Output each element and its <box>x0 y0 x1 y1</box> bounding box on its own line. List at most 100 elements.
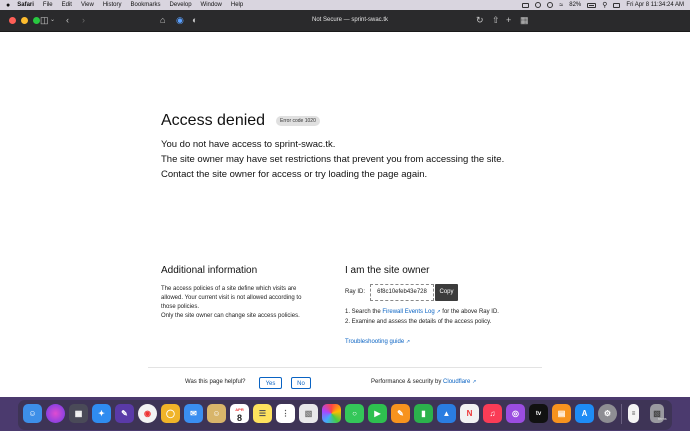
messages-icon[interactable]: ○ <box>345 404 364 423</box>
sidebar-icon[interactable]: ◫ <box>40 15 49 26</box>
pages-icon[interactable]: ✎ <box>391 404 410 423</box>
external-link-icon: ↗ <box>472 379 477 385</box>
app-icon[interactable]: ◯ <box>161 404 180 423</box>
safari-icon[interactable]: ✦ <box>92 404 111 423</box>
external-link-icon: ↗ <box>436 309 441 315</box>
calendar-day: 8 <box>236 412 242 423</box>
dock: ☺ ▦ ✦ ✎ ◉ ◯ ✉ ☺ APR 8 ☰ ⋮ ▧ ○ ▶ ✎ ▮ ▲ N … <box>18 400 672 430</box>
tab-overview-icon[interactable]: ▦ <box>520 15 529 26</box>
items-label: tems <box>658 416 667 421</box>
notes-pen-icon[interactable]: ✎ <box>115 404 134 423</box>
firewall-events-link[interactable]: Firewall Events Log <box>382 309 434 315</box>
mail-icon[interactable]: ✉ <box>184 404 203 423</box>
forward-button[interactable]: › <box>82 15 85 26</box>
podcasts-icon[interactable]: ◎ <box>506 404 525 423</box>
policy-text-line: allowed. Your current visit is not allow… <box>161 295 302 301</box>
reminders-icon[interactable]: ⋮ <box>276 404 295 423</box>
facetime-icon[interactable]: ▶ <box>368 404 387 423</box>
search-icon[interactable]: ⚲ <box>602 1 607 9</box>
keynote-icon[interactable]: ▲ <box>437 404 456 423</box>
back-button[interactable]: ‹ <box>66 15 69 26</box>
additional-info-heading: Additional information <box>161 265 258 276</box>
window-controls <box>9 17 40 24</box>
copy-button[interactable]: Copy <box>435 284 458 301</box>
vpn-icon[interactable] <box>547 2 554 8</box>
web-page: Access denied Error code 1020 You do not… <box>0 32 690 397</box>
news-icon[interactable]: N <box>460 404 479 423</box>
chrome-icon[interactable]: ◉ <box>138 404 157 423</box>
apple-menu-icon[interactable]: ● <box>6 2 10 9</box>
siri-icon[interactable] <box>46 404 65 423</box>
menu-help[interactable]: Help <box>231 2 243 8</box>
access-message: You do not have access to sprint-swac.tk… <box>161 139 336 150</box>
share-icon[interactable]: ⇧ <box>492 15 500 26</box>
troubleshooting-row: Troubleshooting guide ↗ <box>345 338 410 347</box>
menu-edit[interactable]: Edit <box>62 2 72 8</box>
troubleshooting-guide-link[interactable]: Troubleshooting guide <box>345 339 404 345</box>
calendar-icon[interactable]: APR 8 <box>230 404 249 423</box>
step-search-suffix: for the above Ray ID. <box>442 309 499 315</box>
menu-safari[interactable]: Safari <box>17 2 34 8</box>
reload-icon[interactable]: ↻ <box>476 15 484 26</box>
shield-icon[interactable]: ◐ <box>192 15 197 26</box>
policy-text-line: The access policies of a site define whi… <box>161 286 297 292</box>
tv-label: tv <box>535 410 542 417</box>
launchpad-icon[interactable]: ▦ <box>69 404 88 423</box>
menubar-clock[interactable]: Fri Apr 8 11:34:24 AM <box>626 2 684 8</box>
books-icon[interactable]: ▤ <box>552 404 571 423</box>
browser-toolbar: ◫ ⌄ ‹ › ⌂ ◉ ◐ Not Secure — sprint-swac.t… <box>0 10 690 32</box>
wifi-icon[interactable]: ≈ <box>559 2 563 9</box>
close-window-button[interactable] <box>9 17 16 24</box>
dock-separator <box>621 404 622 424</box>
freeform-icon[interactable]: ▧ <box>299 404 318 423</box>
ray-id-value[interactable]: 6f8c10efeb43e728 <box>370 284 434 301</box>
status-icon[interactable] <box>535 2 542 8</box>
battery-percent: 82% <box>569 2 582 8</box>
tv-icon[interactable]: tv <box>529 404 548 423</box>
extension-icon[interactable]: ◉ <box>176 15 184 26</box>
menu-file[interactable]: File <box>43 2 53 8</box>
error-code-badge: Error code 1020 <box>276 116 320 126</box>
menu-bar: ● Safari File Edit View History Bookmark… <box>0 0 690 10</box>
address-bar[interactable]: Not Secure — sprint-swac.tk <box>206 14 494 27</box>
system-preferences-icon[interactable]: ⚙ <box>598 404 617 423</box>
zoom-window-button[interactable] <box>33 17 40 24</box>
ray-id-label: Ray ID: <box>345 289 366 295</box>
site-owner-heading: I am the site owner <box>345 265 430 276</box>
menu-history[interactable]: History <box>103 2 122 8</box>
menu-bookmarks[interactable]: Bookmarks <box>131 2 161 8</box>
external-link-icon: ↗ <box>405 339 411 345</box>
control-center-icon[interactable] <box>613 2 621 8</box>
battery-icon[interactable] <box>587 2 597 8</box>
helpful-question: Was this page helpful? <box>185 379 246 385</box>
notes-icon[interactable]: ☰ <box>253 404 272 423</box>
performance-prefix: Performance & security by <box>371 379 442 385</box>
numbers-icon[interactable]: ▮ <box>414 404 433 423</box>
step-search: 1. Search the Firewall Events Log ↗ for … <box>345 308 499 317</box>
policy-text-line: Only the site owner can change site acce… <box>161 313 300 319</box>
policy-text-line: those policies. <box>161 304 200 310</box>
finder-icon[interactable]: ☺ <box>23 404 42 423</box>
yes-button[interactable]: Yes <box>259 377 282 389</box>
step-search-prefix: 1. Search the <box>345 309 381 315</box>
new-tab-icon[interactable]: + <box>506 15 511 26</box>
app-store-icon[interactable]: A <box>575 404 594 423</box>
contacts-icon[interactable]: ☺ <box>207 404 226 423</box>
photos-icon[interactable] <box>322 404 341 423</box>
menu-develop[interactable]: Develop <box>170 2 192 8</box>
page-title: Access denied <box>161 112 266 129</box>
screen-mirroring-icon[interactable] <box>522 2 530 8</box>
performance-note: Performance & security by Cloudflare ↗ <box>371 379 476 385</box>
cloudflare-link[interactable]: Cloudflare <box>443 379 470 385</box>
chevron-down-icon[interactable]: ⌄ <box>50 15 55 26</box>
document-icon[interactable]: ≡ <box>628 404 639 423</box>
minimize-window-button[interactable] <box>21 17 28 24</box>
step-examine: 2. Examine and assess the details of the… <box>345 319 492 325</box>
home-icon[interactable]: ⌂ <box>160 15 165 26</box>
no-button[interactable]: No <box>291 377 311 389</box>
menu-window[interactable]: Window <box>201 2 222 8</box>
menu-view[interactable]: View <box>81 2 94 8</box>
restriction-message: The site owner may have set restrictions… <box>161 154 505 165</box>
music-icon[interactable]: ♫ <box>483 404 502 423</box>
footer-divider <box>148 367 542 368</box>
